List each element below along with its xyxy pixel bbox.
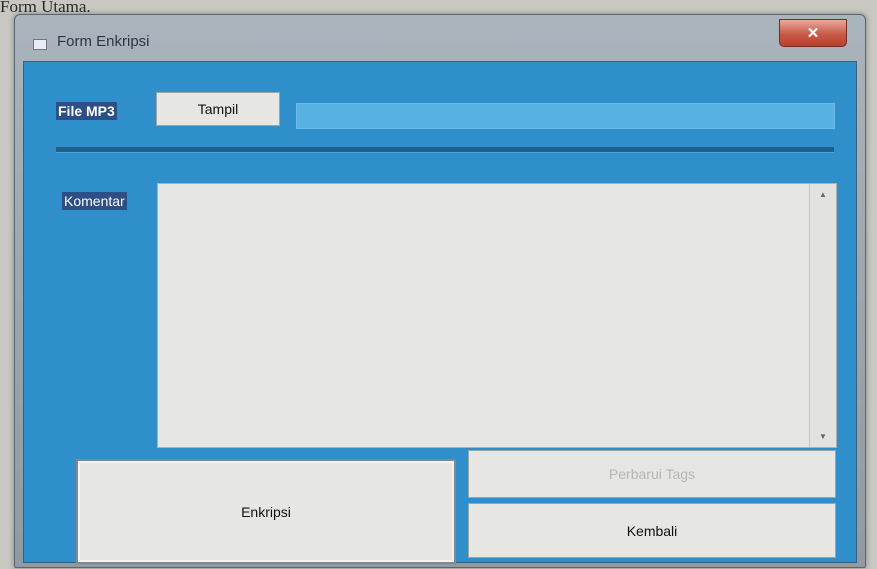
komentar-label: Komentar: [62, 192, 127, 210]
komentar-textarea[interactable]: ▲ ▼: [157, 183, 837, 448]
file-mp3-label: File MP3: [56, 102, 117, 120]
form-client-area: File MP3 Tampil Komentar ▲ ▼ Enkripsi Pe…: [23, 61, 857, 564]
komentar-scrollbar[interactable]: ▲ ▼: [809, 184, 836, 447]
file-path-field[interactable]: [296, 103, 835, 129]
tampil-button[interactable]: Tampil: [156, 92, 280, 126]
close-icon: ✕: [806, 25, 820, 42]
window-title: Form Enkripsi: [57, 33, 150, 50]
scroll-up-icon[interactable]: ▲: [810, 190, 836, 199]
kembali-button[interactable]: Kembali: [468, 503, 836, 558]
perbarui-tags-button[interactable]: Perbarui Tags: [468, 450, 836, 498]
window-icon: [33, 39, 47, 50]
enkripsi-button[interactable]: Enkripsi: [76, 459, 456, 564]
separator-line: [56, 147, 834, 153]
scroll-down-icon[interactable]: ▼: [810, 432, 836, 441]
form-enkripsi-window: Form Enkripsi ✕ File MP3 Tampil Komentar…: [14, 14, 866, 568]
title-bar[interactable]: Form Enkripsi ✕: [15, 15, 865, 61]
close-button[interactable]: ✕: [779, 19, 847, 47]
